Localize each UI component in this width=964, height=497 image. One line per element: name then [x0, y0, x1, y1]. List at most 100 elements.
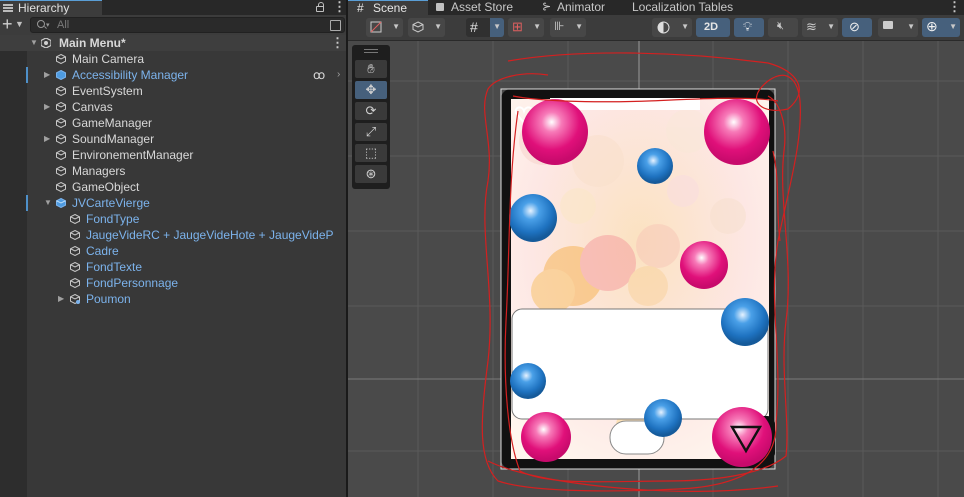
ruler-icon: ⊪ [554, 19, 565, 33]
rotate-tool-icon[interactable]: ⟳ [355, 102, 387, 120]
scene-menu-icon[interactable]: ⋮ [331, 36, 344, 49]
list-icon [3, 4, 13, 12]
chevron-down-icon[interactable]: ▼ [15, 19, 24, 29]
gizmos-dropdown[interactable]: ⊕ ▼ [922, 18, 960, 37]
expand-arrow-icon[interactable]: ▶ [44, 99, 50, 115]
gameobject-icon [56, 102, 66, 112]
drag-handle-icon[interactable] [364, 49, 378, 50]
tree-item-managers[interactable]: Managers [0, 163, 346, 179]
lock-icon[interactable] [316, 2, 324, 12]
tree-item-label: EventSystem [72, 84, 143, 98]
tab-label: Scene [373, 1, 408, 15]
search-dropdown-icon[interactable]: ▾ [46, 21, 50, 29]
tree-item-label: JVCarteVierge [72, 196, 150, 210]
chevron-down-icon: ▼ [533, 22, 541, 31]
tree-item-label: FondTexte [86, 260, 143, 274]
tree-item-canvas[interactable]: ▶ Canvas [0, 99, 346, 115]
tree-item-fondtype[interactable]: FondType [0, 211, 346, 227]
lightbulb-icon: 💡︎ [743, 19, 753, 34]
scene-grid [348, 41, 964, 497]
tree-item-cadre[interactable]: Cadre [0, 243, 346, 259]
selection-bar [26, 195, 28, 211]
tab-hierarchy[interactable]: Hierarchy [0, 0, 102, 15]
snap-icon: ⊞ [512, 19, 523, 34]
chevron-right-icon[interactable]: › [337, 67, 340, 83]
increment-snap-dropdown[interactable]: ⊞ ▼ [508, 18, 544, 37]
gameobject-icon [70, 214, 80, 224]
gameobject-icon [56, 150, 66, 160]
expand-arrow-icon[interactable]: ▶ [44, 67, 50, 83]
scene-more-icon[interactable]: ⋮ [948, 0, 961, 13]
ruler-dropdown[interactable]: ⊪ ▼ [550, 18, 586, 37]
tree-item-fondpersonnage[interactable]: FondPersonnage [0, 275, 346, 291]
gameobject-icon [56, 86, 66, 96]
store-icon [436, 3, 444, 11]
tree-item-accessibility-manager[interactable]: ▶ Accessibility Manager ꝏ › [0, 67, 346, 83]
scene-name: Main Menu* [59, 36, 126, 50]
tab-scene[interactable]: # Scene [348, 0, 428, 15]
tree-item-label: Accessibility Manager [72, 68, 189, 82]
expand-arrow-icon[interactable]: ▶ [44, 131, 50, 147]
prefab-icon [56, 198, 66, 208]
lighting-toggle[interactable]: 💡︎ [734, 18, 764, 37]
scene-row[interactable]: ▼ Main Menu* ⋮ [0, 35, 346, 51]
camera-dropdown[interactable]: ▼ [878, 18, 918, 37]
tab-localization-tables[interactable]: Localization Tables [632, 0, 752, 15]
tree-item-eventsystem[interactable]: EventSystem [0, 83, 346, 99]
tab-label: Asset Store [451, 0, 514, 14]
tree-item-label: JaugeVideRC + JaugeVideHote + JaugeVideP [86, 228, 334, 242]
render-mode-dropdown[interactable]: ▼ [408, 18, 445, 37]
audio-toggle[interactable]: 🔇︎ [768, 18, 798, 37]
tree-item-gameobject[interactable]: GameObject [0, 179, 346, 195]
more-options-icon[interactable]: ⋮ [333, 0, 346, 13]
collapse-arrow-icon[interactable]: ▼ [44, 195, 52, 211]
tool-palette: ✋︎ ✥ ⟳ ⤢ ⬚ ⊛ [352, 45, 390, 189]
tree-item-poumon[interactable]: ▶ Poumon [0, 291, 346, 307]
animator-icon: ⊱ [542, 1, 552, 13]
hand-tool-icon[interactable]: ✋︎ [355, 60, 387, 78]
tree-item-label: Managers [72, 164, 126, 178]
chevron-down-icon: ▼ [907, 22, 915, 31]
gizmo-globe-icon: ⊕ [926, 18, 938, 34]
tab-label: Localization Tables [632, 0, 734, 14]
tree-item-label: Poumon [86, 292, 131, 306]
unity-scene-icon [41, 38, 51, 48]
filter-icon[interactable] [330, 20, 341, 31]
toggle-2d-button[interactable]: 2D [696, 18, 730, 37]
search-input[interactable]: ▾ All [30, 17, 345, 33]
tree-item-label: EnvironementManager [72, 148, 194, 162]
gameobject-icon [70, 246, 80, 256]
draw-mode-dropdown[interactable]: ▼ [366, 18, 403, 37]
tree-item-label: GameObject [72, 180, 140, 194]
tab-animator[interactable]: ⊱ Animator [540, 0, 620, 15]
tree-item-fondtexte[interactable]: FondTexte [0, 259, 346, 275]
hierarchy-panel: Hierarchy ⋮ + ▼ ▾ All ▼ Main Menu* ⋮ Mai… [0, 0, 346, 497]
scale-tool-icon[interactable]: ⤢ [355, 123, 387, 141]
scene-viewport[interactable]: ✋︎ ✥ ⟳ ⤢ ⬚ ⊛ [348, 41, 964, 497]
tree-item-gamemanager[interactable]: GameManager [0, 115, 346, 131]
particle-gameobject-icon [70, 294, 80, 304]
search-icon [37, 20, 45, 28]
add-icon[interactable]: + [2, 15, 13, 33]
rect-tool-icon[interactable]: ⬚ [355, 144, 387, 162]
effects-dropdown[interactable]: ≋ ▼ [802, 18, 838, 37]
scene-tab-strip: # Scene Asset Store ⊱ Animator Localizat… [348, 0, 964, 15]
tab-asset-store[interactable]: Asset Store [434, 0, 520, 15]
transform-tool-icon[interactable]: ⊛ [355, 165, 387, 183]
expand-arrow-icon[interactable]: ▶ [58, 291, 64, 307]
hidden-objects-toggle[interactable]: ⊘ [842, 18, 872, 37]
tree-item-jauges[interactable]: JaugeVideRC + JaugeVideHote + JaugeVideP [0, 227, 346, 243]
chevron-down-icon: ▼ [681, 22, 689, 31]
tree-item-soundmanager[interactable]: ▶ SoundManager [0, 131, 346, 147]
shading-dropdown[interactable]: ▼ [652, 18, 692, 37]
gameobject-icon [56, 54, 66, 64]
expand-arrow-icon[interactable]: ▼ [30, 35, 38, 51]
move-tool-icon[interactable]: ✥ [355, 81, 387, 99]
tree-item-main-camera[interactable]: Main Camera [0, 51, 346, 67]
hierarchy-toolbar: + ▼ ▾ All [0, 15, 346, 35]
tree-item-jvcartevierge[interactable]: ▼ JVCarteVierge [0, 195, 346, 211]
gameobject-icon [56, 182, 66, 192]
mute-icon: 🔇︎ [777, 20, 784, 32]
tree-item-environementmanager[interactable]: EnvironementManager [0, 147, 346, 163]
grid-snap-toggle[interactable]: # ▼ [466, 18, 504, 37]
